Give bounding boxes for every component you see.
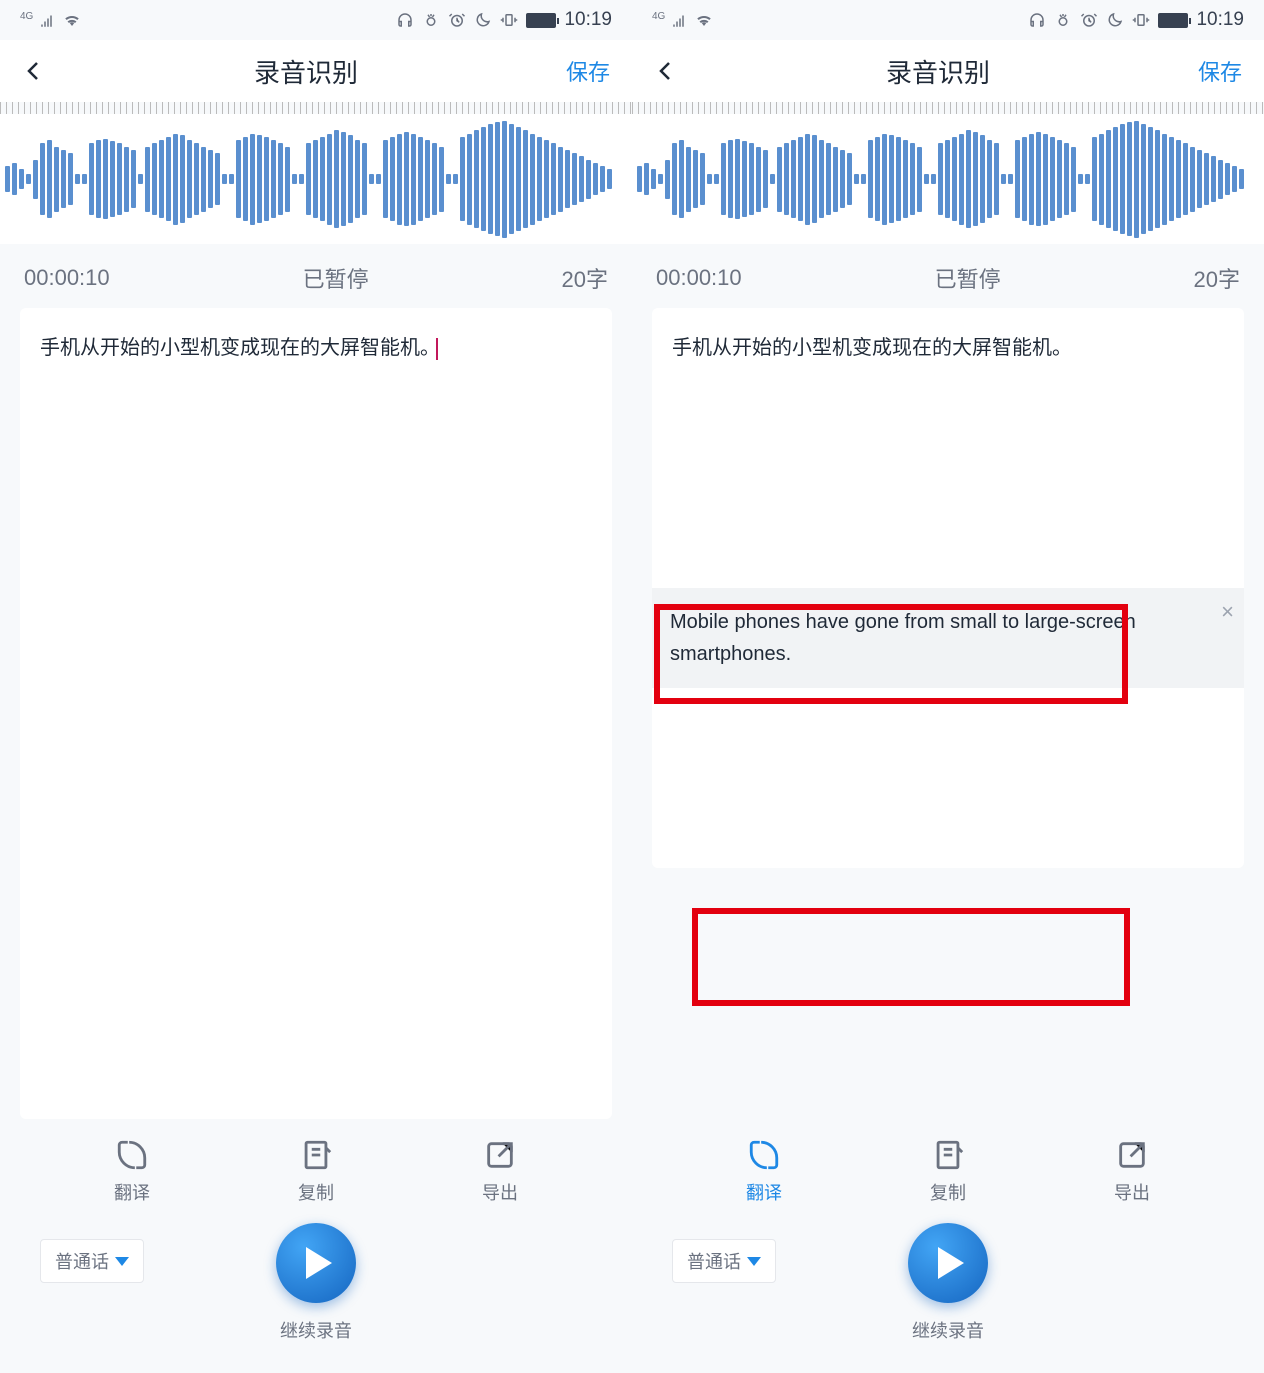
save-button[interactable]: 保存	[566, 55, 610, 87]
phone-screen-left: 4G 10:19 录音识别 保存 00:00:10 已暂停 20字 手机从开始的…	[0, 0, 632, 1373]
language-label: 普通话	[55, 1248, 109, 1274]
moon-icon	[474, 11, 492, 29]
translate-label: 翻译	[114, 1179, 150, 1205]
status-bar: 4G 10:19	[0, 0, 632, 40]
copy-button[interactable]: 复制	[298, 1137, 334, 1205]
status-time: 10:19	[1196, 9, 1244, 31]
alarm-icon	[448, 11, 466, 29]
playback-state: 已暂停	[935, 262, 1001, 294]
play-icon	[306, 1247, 332, 1279]
copy-icon	[930, 1137, 966, 1173]
export-label: 导出	[1114, 1179, 1150, 1205]
translate-button[interactable]: 翻译	[114, 1137, 150, 1205]
headphones-icon	[396, 11, 414, 29]
translate-button[interactable]: 翻译	[746, 1137, 782, 1205]
copy-icon	[298, 1137, 334, 1173]
status-time: 10:19	[564, 9, 612, 31]
playback-info: 00:00:10 已暂停 20字	[0, 244, 632, 308]
record-label: 继续录音	[280, 1317, 352, 1343]
export-label: 导出	[482, 1179, 518, 1205]
char-count: 20字	[562, 262, 608, 294]
translation-text: Mobile phones have gone from small to la…	[670, 611, 1136, 665]
wifi-icon	[63, 11, 81, 29]
back-button[interactable]	[22, 59, 46, 83]
page-title: 录音识别	[886, 53, 990, 90]
copy-label: 复制	[930, 1179, 966, 1205]
record-button[interactable]	[908, 1223, 988, 1303]
dropdown-triangle-icon	[115, 1257, 129, 1266]
playback-state: 已暂停	[303, 262, 369, 294]
transcript-text: 手机从开始的小型机变成现在的大屏智能机。	[672, 337, 1072, 359]
eye-icon	[1054, 11, 1072, 29]
timeline-ruler	[0, 102, 632, 114]
action-bar: 翻译 复制 导出	[632, 1119, 1264, 1215]
vibrate-icon	[500, 11, 518, 29]
language-selector[interactable]: 普通话	[40, 1239, 144, 1283]
char-count: 20字	[1194, 262, 1240, 294]
waveform[interactable]	[632, 114, 1264, 244]
export-button[interactable]: 导出	[482, 1137, 518, 1205]
battery-icon	[1158, 13, 1188, 28]
headphones-icon	[1028, 11, 1046, 29]
footer: 普通话 继续录音	[0, 1215, 632, 1373]
save-button[interactable]: 保存	[1198, 55, 1242, 87]
alarm-icon	[1080, 11, 1098, 29]
transcript-text: 手机从开始的小型机变成现在的大屏智能机。	[40, 337, 440, 359]
signal-label: 4G	[20, 11, 33, 22]
playback-time: 00:00:10	[656, 265, 742, 291]
signal-bars-icon	[671, 11, 689, 29]
battery-icon	[526, 13, 556, 28]
translate-label: 翻译	[746, 1179, 782, 1205]
record-button[interactable]	[276, 1223, 356, 1303]
signal-label: 4G	[652, 11, 665, 22]
status-bar: 4G 10:19	[632, 0, 1264, 40]
translate-icon	[746, 1137, 782, 1173]
footer: 普通话 继续录音	[632, 1215, 1264, 1373]
header: 录音识别 保存	[632, 40, 1264, 102]
page-title: 录音识别	[254, 53, 358, 90]
export-icon	[1114, 1137, 1150, 1173]
waveform[interactable]	[0, 114, 632, 244]
eye-icon	[422, 11, 440, 29]
action-bar: 翻译 复制 导出	[0, 1119, 632, 1215]
copy-label: 复制	[298, 1179, 334, 1205]
playback-time: 00:00:10	[24, 265, 110, 291]
signal-bars-icon	[39, 11, 57, 29]
record-label: 继续录音	[912, 1317, 984, 1343]
dropdown-triangle-icon	[747, 1257, 761, 1266]
wifi-icon	[695, 11, 713, 29]
playback-info: 00:00:10 已暂停 20字	[632, 244, 1264, 308]
language-selector[interactable]: 普通话	[672, 1239, 776, 1283]
header: 录音识别 保存	[0, 40, 632, 102]
transcript-card[interactable]: 手机从开始的小型机变成现在的大屏智能机。	[20, 308, 612, 1119]
translation-panel: × Mobile phones have gone from small to …	[652, 588, 1244, 688]
translate-icon	[114, 1137, 150, 1173]
copy-button[interactable]: 复制	[930, 1137, 966, 1205]
transcript-card[interactable]: 手机从开始的小型机变成现在的大屏智能机。 × Mobile phones hav…	[652, 308, 1244, 868]
phone-screen-right: 4G 10:19 录音识别 保存 00:00:10 已暂停 20字 手机从开始的…	[632, 0, 1264, 1373]
export-button[interactable]: 导出	[1114, 1137, 1150, 1205]
close-translation-button[interactable]: ×	[1221, 594, 1234, 629]
text-cursor	[436, 338, 438, 360]
moon-icon	[1106, 11, 1124, 29]
vibrate-icon	[1132, 11, 1150, 29]
play-icon	[938, 1247, 964, 1279]
back-button[interactable]	[654, 59, 678, 83]
timeline-ruler	[632, 102, 1264, 114]
export-icon	[482, 1137, 518, 1173]
language-label: 普通话	[687, 1248, 741, 1274]
